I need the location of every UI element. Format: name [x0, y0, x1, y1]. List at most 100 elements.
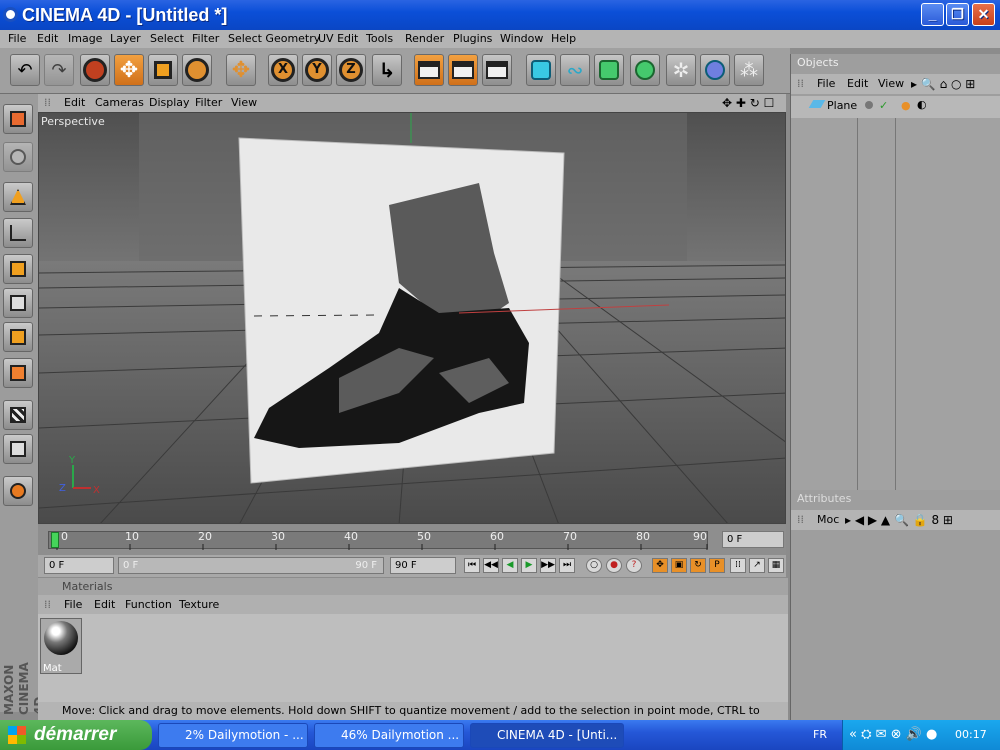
z-axis-icon[interactable]: Z	[336, 54, 366, 86]
key-rotation-icon[interactable]: ↻	[690, 558, 706, 573]
menu-select[interactable]: Select	[150, 30, 184, 48]
prev-key-icon[interactable]: ◀◀	[483, 558, 499, 573]
goto-start-icon[interactable]: ⏮	[464, 558, 480, 573]
material-tag-icon[interactable]: ◐	[917, 98, 927, 111]
nurbs-icon[interactable]	[594, 54, 624, 86]
task-cinema4d[interactable]: CINEMA 4D - [Unti...	[470, 723, 624, 748]
render-settings-icon[interactable]	[482, 54, 512, 86]
move-icon[interactable]: ✥	[114, 54, 144, 86]
menu-select-geometry[interactable]: Select Geometry	[228, 30, 320, 48]
use-model-mode-icon[interactable]	[3, 182, 33, 212]
start-frame-field[interactable]: 0 F	[44, 557, 114, 574]
viewport-layout-icon[interactable]	[3, 104, 33, 134]
close-button[interactable]: ✕	[972, 3, 995, 26]
light-icon[interactable]: ⁂	[734, 54, 764, 86]
undo-icon[interactable]: ↶	[10, 54, 40, 86]
move-active-icon[interactable]: ✥	[226, 54, 256, 86]
menu-edit[interactable]: Edit	[37, 30, 58, 48]
menu-tools[interactable]: Tools	[366, 30, 393, 48]
menu-plugins[interactable]: Plugins	[453, 30, 492, 48]
objects-menu-edit[interactable]: Edit	[847, 74, 868, 94]
task-dailymotion-2[interactable]: 46% Dailymotion ...	[314, 723, 464, 748]
goto-end-icon[interactable]: ⏭	[559, 558, 575, 573]
menu-help[interactable]: Help	[551, 30, 576, 48]
rotate-icon[interactable]	[182, 54, 212, 86]
perspective-viewport[interactable]: Y X Z Perspective	[38, 112, 786, 524]
clock[interactable]: 00:17	[955, 720, 987, 750]
texture-axis-icon[interactable]	[3, 434, 33, 464]
end-frame-field[interactable]: 90 F	[390, 557, 456, 574]
array-icon[interactable]	[630, 54, 660, 86]
autokey-icon[interactable]: ●	[606, 558, 622, 573]
materials-area[interactable]: Mat	[38, 614, 788, 702]
render-picture-viewer-icon[interactable]	[448, 54, 478, 86]
menu-render[interactable]: Render	[405, 30, 444, 48]
preview-range-slider[interactable]: 0 F 90 F	[118, 557, 384, 574]
key-scale-icon[interactable]: ▣	[671, 558, 687, 573]
attributes-mode-menu[interactable]: Moc	[817, 510, 839, 530]
spline-icon[interactable]: ∾	[560, 54, 590, 86]
use-edges-icon[interactable]	[3, 288, 33, 318]
record-icon[interactable]: ○	[586, 558, 602, 573]
scale-icon[interactable]	[148, 54, 178, 86]
interpolation-icon[interactable]: ↗	[749, 558, 765, 573]
objects-toolbar-icons[interactable]: ▸ 🔍 ⌂ ○ ⊞	[911, 74, 975, 94]
viewport-menu-display[interactable]: Display	[149, 94, 190, 112]
key-parameter-icon[interactable]: P	[709, 558, 725, 573]
minimize-button[interactable]: _	[921, 3, 944, 26]
material-thumbnail[interactable]: Mat	[40, 618, 82, 674]
play-backward-icon[interactable]: ◀	[502, 558, 518, 573]
live-select-icon[interactable]	[80, 54, 110, 86]
render-view-icon[interactable]	[414, 54, 444, 86]
x-axis-icon[interactable]: X	[268, 54, 298, 86]
y-axis-icon[interactable]: Y	[302, 54, 332, 86]
task-dailymotion-1[interactable]: 2% Dailymotion - ...	[158, 723, 308, 748]
timeline-menu-icon[interactable]: ▦	[768, 558, 784, 573]
materials-menu-file[interactable]: File	[64, 595, 82, 614]
tweak-mode-icon[interactable]	[3, 358, 33, 388]
attributes-toolbar-icons[interactable]: ▸ ◀ ▶ ▲ 🔍 🔒 8 ⊞	[845, 510, 953, 530]
language-indicator[interactable]: FR	[813, 720, 827, 750]
viewport-menu-filter[interactable]: Filter	[195, 94, 222, 112]
menu-window[interactable]: Window	[500, 30, 543, 48]
texture-mode-icon[interactable]	[3, 400, 33, 430]
timeline-playhead[interactable]	[51, 532, 59, 548]
enabled-check-icon[interactable]: ✓	[879, 99, 888, 112]
coordinate-system-icon[interactable]: ↳	[372, 54, 402, 86]
tray-icons[interactable]: « ⛭ ✉ ⊗ 🔊 ●	[849, 720, 937, 750]
viewport-navigation-icons[interactable]: ✥ ✚ ↻ ☐	[722, 94, 774, 112]
play-forward-icon[interactable]: ▶	[521, 558, 537, 573]
object-name[interactable]: Plane	[827, 99, 857, 112]
visibility-dot-icon[interactable]	[865, 101, 873, 109]
start-button[interactable]: démarrer	[0, 720, 152, 750]
deformer-icon[interactable]: ✲	[666, 54, 696, 86]
sculpt-icon[interactable]	[3, 476, 33, 506]
viewport-menu-edit[interactable]: Edit	[64, 94, 85, 112]
materials-menu-texture[interactable]: Texture	[179, 595, 219, 614]
menu-layer[interactable]: Layer	[110, 30, 141, 48]
object-row[interactable]: Plane ✓ ● ◐	[791, 96, 1000, 118]
timeline[interactable]: 0 10 20 30 40 50 60 70 80 90 0 F	[38, 525, 786, 555]
menu-uv-edit[interactable]: UV Edit	[318, 30, 358, 48]
keyframe-selection-icon[interactable]: ?	[626, 558, 642, 573]
cube-icon[interactable]	[526, 54, 556, 86]
viewport-menu-view[interactable]: View	[231, 94, 257, 112]
timeline-ruler[interactable]: 0 10 20 30 40 50 60 70 80 90	[48, 530, 708, 550]
viewport-menu-cameras[interactable]: Cameras	[95, 94, 144, 112]
scene-icon[interactable]	[700, 54, 730, 86]
current-frame-field[interactable]: 0 F	[722, 531, 784, 548]
use-polygons-icon[interactable]	[3, 322, 33, 352]
maximize-button[interactable]: ❐	[946, 3, 969, 26]
menu-filter[interactable]: Filter	[192, 30, 219, 48]
key-pla-icon[interactable]: ⁞⁞	[730, 558, 746, 573]
menu-file[interactable]: File	[8, 30, 26, 48]
camera-icon[interactable]	[3, 142, 33, 172]
use-points-icon[interactable]	[3, 254, 33, 284]
objects-menu-view[interactable]: View	[878, 74, 904, 94]
menu-image[interactable]: Image	[68, 30, 102, 48]
materials-menu-edit[interactable]: Edit	[94, 595, 115, 614]
materials-menu-function[interactable]: Function	[125, 595, 172, 614]
use-object-axis-icon[interactable]	[3, 218, 33, 248]
objects-menu-file[interactable]: File	[817, 74, 835, 94]
phong-tag-icon[interactable]: ●	[901, 99, 911, 112]
